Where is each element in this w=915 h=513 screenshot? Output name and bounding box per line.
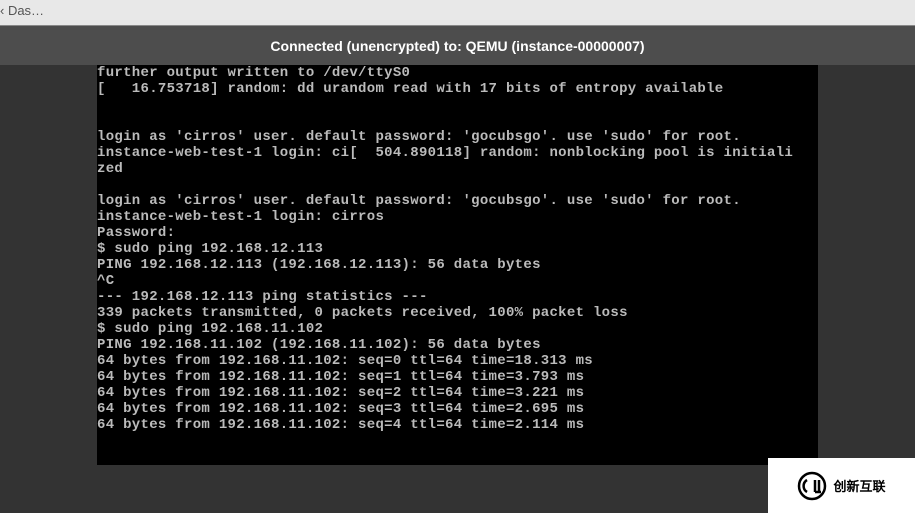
tab-bar: ‹ Das… [0, 0, 915, 25]
tab-label[interactable]: ‹ Das… [0, 3, 44, 18]
console-wrapper: further output written to /dev/ttyS0 [ 1… [0, 65, 915, 513]
connection-status-text: Connected (unencrypted) to: QEMU (instan… [270, 38, 644, 54]
watermark-logo-icon [797, 471, 827, 501]
vnc-console[interactable]: further output written to /dev/ttyS0 [ 1… [97, 65, 818, 465]
watermark-text: 创新互联 [833, 476, 885, 495]
connection-status-bar: Connected (unencrypted) to: QEMU (instan… [0, 25, 915, 65]
watermark: 创新互联 [768, 458, 915, 513]
